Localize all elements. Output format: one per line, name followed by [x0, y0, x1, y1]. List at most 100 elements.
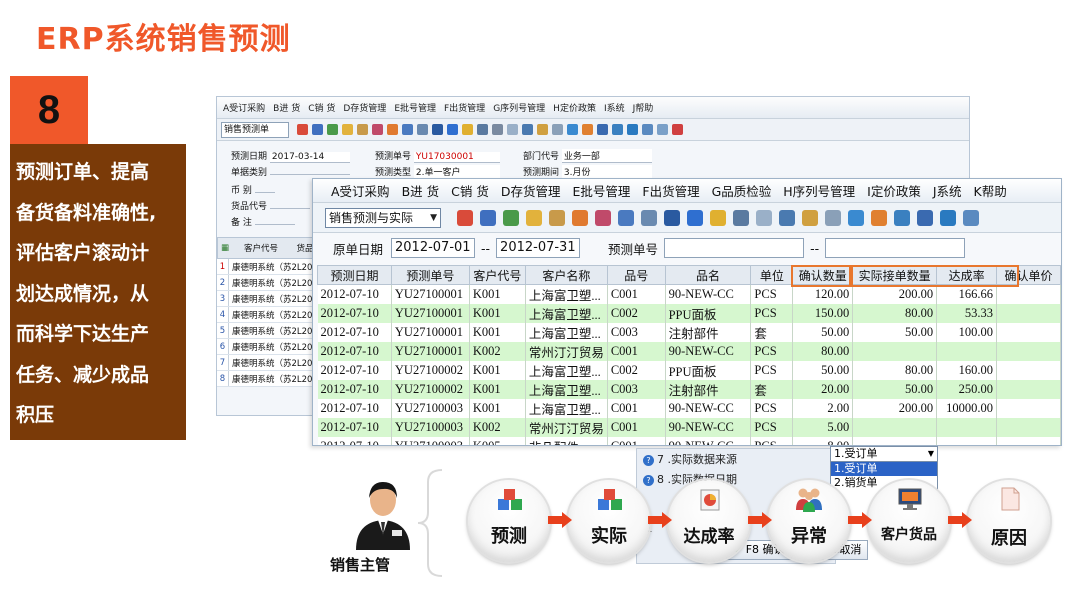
table-row[interactable]: 2012-07-10 YU27100001 K001 上海富卫塑... C002 PPU面…: [317, 304, 1061, 323]
back-menu-item[interactable]: B进 货: [273, 101, 300, 114]
table-row[interactable]: 2012-07-10 YU27100001 K001 上海富卫塑... C001 90-N…: [317, 284, 1061, 304]
dept-code-field[interactable]: 业务一部: [561, 149, 652, 163]
remark-field[interactable]: [254, 224, 295, 225]
back-grid-row[interactable]: 3 康德明系统（苏2L200: [217, 291, 321, 307]
back-menu-item[interactable]: D存货管理: [343, 101, 386, 114]
column-header[interactable]: 客户代号: [468, 265, 526, 285]
grid-icon[interactable]: [522, 124, 533, 135]
predict-no-field[interactable]: YU17030001: [413, 152, 500, 163]
tag-icon[interactable]: [372, 124, 383, 135]
back-grid-row[interactable]: 4 康德明系统（苏2L200: [217, 307, 321, 323]
back-menu-item[interactable]: F出货管理: [444, 101, 485, 114]
column-header[interactable]: 品名: [664, 265, 752, 285]
front-menu-item[interactable]: A受订采购: [331, 181, 390, 200]
column-header[interactable]: 品号: [606, 265, 666, 285]
predict-no-from-input[interactable]: [664, 238, 805, 258]
help-icon[interactable]: [447, 124, 458, 135]
back-grid-row[interactable]: 8 康德明系统（苏2L201: [217, 371, 321, 387]
back-menu-item[interactable]: C销 货: [308, 101, 335, 114]
currency-field[interactable]: [254, 192, 275, 193]
column-header[interactable]: 预测日期: [317, 265, 392, 285]
table-row[interactable]: 2012-07-10 YU27100001 K002 常州汀汀贸易 C001 90-NEW…: [317, 342, 1061, 361]
check-icon[interactable]: [847, 209, 864, 226]
back-grid-row[interactable]: 5 康德明系统（苏2L200: [217, 323, 321, 339]
front-menu-item[interactable]: B进 货: [402, 181, 440, 200]
front-menu-item[interactable]: I定价政策: [867, 181, 921, 200]
back-menu-item[interactable]: E批号管理: [394, 101, 436, 114]
table-row[interactable]: 2012-07-10 YU27100001 K001 上海富卫塑... C003 注射部件…: [317, 323, 1061, 342]
window-icon[interactable]: [642, 124, 653, 135]
front-menu-item[interactable]: D存货管理: [501, 181, 561, 200]
dollar-icon[interactable]: [709, 209, 726, 226]
table-row[interactable]: 2012-07-10 YU27100002 K001 上海富卫塑... C003 注射部件…: [317, 380, 1061, 399]
front-menu-item[interactable]: J系统: [933, 181, 962, 200]
front-menu-item[interactable]: F出货管理: [642, 181, 699, 200]
chart-icon[interactable]: [916, 209, 933, 226]
back-grid-row[interactable]: 7 康德明系统（苏2L201: [217, 355, 321, 371]
save-icon[interactable]: [312, 124, 323, 135]
folder-icon[interactable]: [342, 124, 353, 135]
image-icon[interactable]: [657, 124, 668, 135]
product-code-field[interactable]: [269, 208, 310, 209]
phone-icon[interactable]: [502, 209, 519, 226]
new-icon[interactable]: [297, 124, 308, 135]
cart-icon[interactable]: [732, 209, 749, 226]
export-icon[interactable]: [640, 209, 657, 226]
column-header[interactable]: 达成率: [936, 265, 998, 285]
table-row[interactable]: 2012-07-10 YU27100003 K002 常州汀汀贸易 C001 90-NEW…: [317, 418, 1061, 437]
column-header[interactable]: 预测单号: [390, 265, 470, 285]
refresh-icon[interactable]: [627, 124, 638, 135]
users-icon[interactable]: [402, 124, 413, 135]
front-menu-item[interactable]: E批号管理: [572, 181, 630, 200]
tree-icon[interactable]: [612, 124, 623, 135]
window-icon[interactable]: [962, 209, 979, 226]
back-grid-row[interactable]: 1 康德明系统（苏2L200: [217, 259, 321, 275]
table-row[interactable]: 2012-07-10YU27100003K005非凡配件C00190-NEW-C…: [317, 437, 1061, 445]
date-to-input[interactable]: 2012-07-31: [496, 238, 581, 258]
bell-icon[interactable]: [582, 124, 593, 135]
doc-type-select[interactable]: 销售预测单: [221, 121, 289, 138]
tree-icon[interactable]: [893, 209, 910, 226]
grid-icon[interactable]: [778, 209, 795, 226]
doc-icon[interactable]: [507, 124, 518, 135]
phone-icon[interactable]: [327, 124, 338, 135]
mail-icon[interactable]: [548, 209, 565, 226]
predict-date-field[interactable]: 2017-03-14: [269, 152, 350, 163]
front-menu-item[interactable]: K帮助: [974, 181, 1007, 200]
cart-icon[interactable]: [477, 124, 488, 135]
column-header[interactable]: 确认数量: [792, 265, 854, 285]
export-icon[interactable]: [417, 124, 428, 135]
source-dropdown-selected[interactable]: 1.受订单: [830, 446, 938, 462]
back-menu-item[interactable]: A受订采购: [223, 101, 265, 114]
gift-icon[interactable]: [387, 124, 398, 135]
db-icon[interactable]: [801, 209, 818, 226]
front-menu-item[interactable]: C销 货: [451, 181, 489, 200]
date-from-input[interactable]: 2012-07-01: [391, 238, 476, 258]
predict-period-field[interactable]: 3.月份: [561, 165, 652, 179]
new-icon[interactable]: [456, 209, 473, 226]
exit-icon[interactable]: [672, 124, 683, 135]
print-icon[interactable]: [492, 124, 503, 135]
mail-icon[interactable]: [357, 124, 368, 135]
back-grid-row[interactable]: 2 康德明系统（苏2L200: [217, 275, 321, 291]
bell-icon[interactable]: [870, 209, 887, 226]
home-icon[interactable]: [571, 209, 588, 226]
report-type-select[interactable]: 销售预测与实际: [325, 207, 441, 228]
arrow-icon[interactable]: [663, 209, 680, 226]
table-row[interactable]: 2012-07-10 YU27100002 K001 上海富卫塑... C002 PPU面…: [317, 361, 1061, 380]
folder-icon[interactable]: [525, 209, 542, 226]
predict-no-to-input[interactable]: [825, 238, 966, 258]
save-icon[interactable]: [479, 209, 496, 226]
table-row[interactable]: 2012-07-10 YU27100003 K001 上海富卫塑... C001 90-N…: [317, 399, 1061, 418]
help-icon[interactable]: [686, 209, 703, 226]
refresh-icon[interactable]: [939, 209, 956, 226]
doc-icon[interactable]: [755, 209, 772, 226]
popup-item-actual-source[interactable]: ? 7 .实际数据来源: [643, 451, 737, 467]
predict-type-field[interactable]: 2.单一客户: [413, 165, 500, 179]
back-menu-item[interactable]: I系统: [604, 101, 625, 114]
front-menu-item[interactable]: G品质检验: [712, 181, 772, 200]
back-menu-item[interactable]: G序列号管理: [493, 101, 545, 114]
back-menu-item[interactable]: J帮助: [633, 101, 654, 114]
column-header[interactable]: 确认单价: [996, 265, 1061, 285]
back-menu-item[interactable]: H定价政策: [553, 101, 596, 114]
